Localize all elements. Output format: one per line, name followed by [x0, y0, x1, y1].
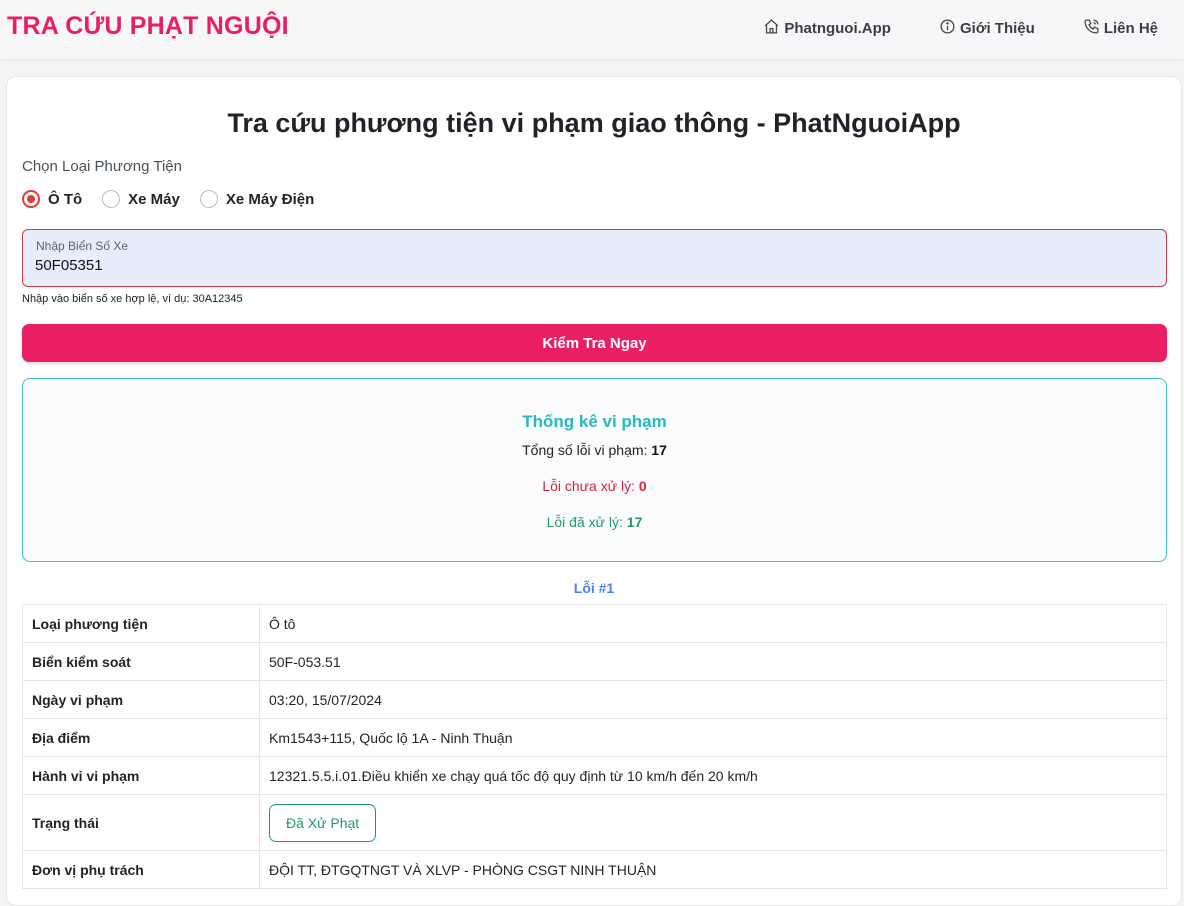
plate-helper-text: Nhập vào biển số xe hợp lệ, ví dụ: 30A12… — [22, 293, 243, 305]
row-key: Ngày vi phạm — [22, 680, 260, 719]
stats-paid: Lỗi đã xử lý: 17 — [23, 514, 1166, 530]
nav-about-label: Giới Thiệu — [959, 20, 1035, 37]
row-value: 03:20, 15/07/2024 — [259, 680, 1167, 719]
table-row: Loại phương tiện Ô tô — [22, 604, 1167, 643]
plate-input[interactable] — [35, 257, 1135, 274]
plate-field[interactable]: Nhập Biển Số Xe — [22, 229, 1167, 287]
violation-table: Loại phương tiện Ô tô Biển kiểm soát 50F… — [22, 604, 1167, 889]
stats-paid-value: 17 — [626, 514, 643, 530]
table-row: Trạng thái Đã Xử Phạt — [22, 794, 1167, 851]
stats-total-value: 17 — [651, 442, 667, 458]
stats-unpaid-value: 0 — [638, 478, 647, 494]
page-title: Tra cứu phương tiện vi phạm giao thông -… — [227, 108, 961, 138]
stats-total: Tổng số lỗi vi phạm: 17 — [23, 442, 1166, 458]
vehicle-type-group: Ô Tô Xe Máy Xe Máy Điện — [22, 190, 314, 208]
radio-xe-may[interactable]: Xe Máy — [102, 190, 180, 208]
row-key: Hành vi vi phạm — [22, 756, 260, 795]
row-value: Km1543+115, Quốc lộ 1A - Ninh Thuận — [259, 718, 1167, 757]
stats-unpaid: Lỗi chưa xử lý: 0 — [23, 478, 1166, 494]
table-row: Đơn vị phụ trách ĐỘI TT, ĐTGQTNGT VÀ XLV… — [22, 850, 1167, 889]
violation-heading: Lỗi #1 — [573, 580, 615, 596]
home-icon — [763, 18, 780, 39]
row-key: Đơn vị phụ trách — [22, 850, 260, 889]
table-row: Hành vi vi phạm 12321.5.5.i.01.Điều khiể… — [22, 756, 1167, 795]
row-value: ĐỘI TT, ĐTGQTNGT VÀ XLVP - PHÒNG CSGT NI… — [259, 850, 1167, 889]
top-nav: Phatnguoi.App Giới Thiệu Liên Hệ — [763, 18, 1158, 39]
info-icon — [939, 18, 956, 39]
check-now-button[interactable]: Kiểm Tra Ngay — [22, 324, 1167, 362]
row-value: 12321.5.5.i.01.Điều khiển xe chạy quá tố… — [259, 756, 1167, 795]
radio-unchecked-icon[interactable] — [199, 190, 218, 208]
vehicle-type-label: Chọn Loại Phương Tiện — [22, 158, 182, 175]
row-value: Ô tô — [259, 604, 1167, 643]
brand-title[interactable]: TRA CỨU PHẠT NGUỘI — [7, 12, 289, 41]
radio-checked-icon[interactable] — [22, 190, 40, 208]
radio-xe-may-dien[interactable]: Xe Máy Điện — [199, 190, 315, 208]
radio-unchecked-icon[interactable] — [102, 190, 121, 208]
nav-contact-label: Liên Hệ — [1103, 20, 1158, 37]
stats-paid-label: Lỗi đã xử lý: — [546, 514, 627, 530]
row-key: Trạng thái — [22, 794, 260, 851]
radio-xe-may-label: Xe Máy — [128, 190, 180, 208]
radio-oto-label: Ô Tô — [48, 190, 83, 208]
top-header: TRA CỨU PHẠT NGUỘI Phatnguoi.App Giới Th… — [0, 0, 1184, 60]
row-value: Đã Xử Phạt — [259, 794, 1167, 851]
table-row: Biển kiểm soát 50F-053.51 — [22, 642, 1167, 681]
nav-contact[interactable]: Liên Hệ — [1083, 18, 1158, 39]
plate-field-label: Nhập Biển Số Xe — [36, 239, 129, 253]
nav-about[interactable]: Giới Thiệu — [939, 18, 1035, 39]
row-key: Loại phương tiện — [22, 604, 260, 643]
row-key: Biển kiểm soát — [22, 642, 260, 681]
nav-home-label: Phatnguoi.App — [784, 20, 891, 37]
stats-unpaid-label: Lỗi chưa xử lý: — [542, 478, 639, 494]
status-badge[interactable]: Đã Xử Phạt — [269, 803, 377, 842]
violation-stats-panel: Thống kê vi phạm Tổng số lỗi vi phạm: 17… — [22, 378, 1167, 562]
stats-title: Thống kê vi phạm — [522, 412, 667, 431]
stats-total-label: Tổng số lỗi vi phạm: — [522, 442, 652, 458]
radio-oto[interactable]: Ô Tô — [22, 190, 82, 208]
radio-xe-may-dien-label: Xe Máy Điện — [225, 190, 315, 208]
table-row: Ngày vi phạm 03:20, 15/07/2024 — [22, 680, 1167, 719]
table-row: Địa điểm Km1543+115, Quốc lộ 1A - Ninh T… — [22, 718, 1167, 757]
nav-home[interactable]: Phatnguoi.App — [763, 18, 891, 39]
row-key: Địa điểm — [22, 718, 260, 757]
search-card: Tra cứu phương tiện vi phạm giao thông -… — [6, 76, 1182, 906]
row-value: 50F-053.51 — [259, 642, 1167, 681]
phone-icon — [1083, 18, 1100, 39]
